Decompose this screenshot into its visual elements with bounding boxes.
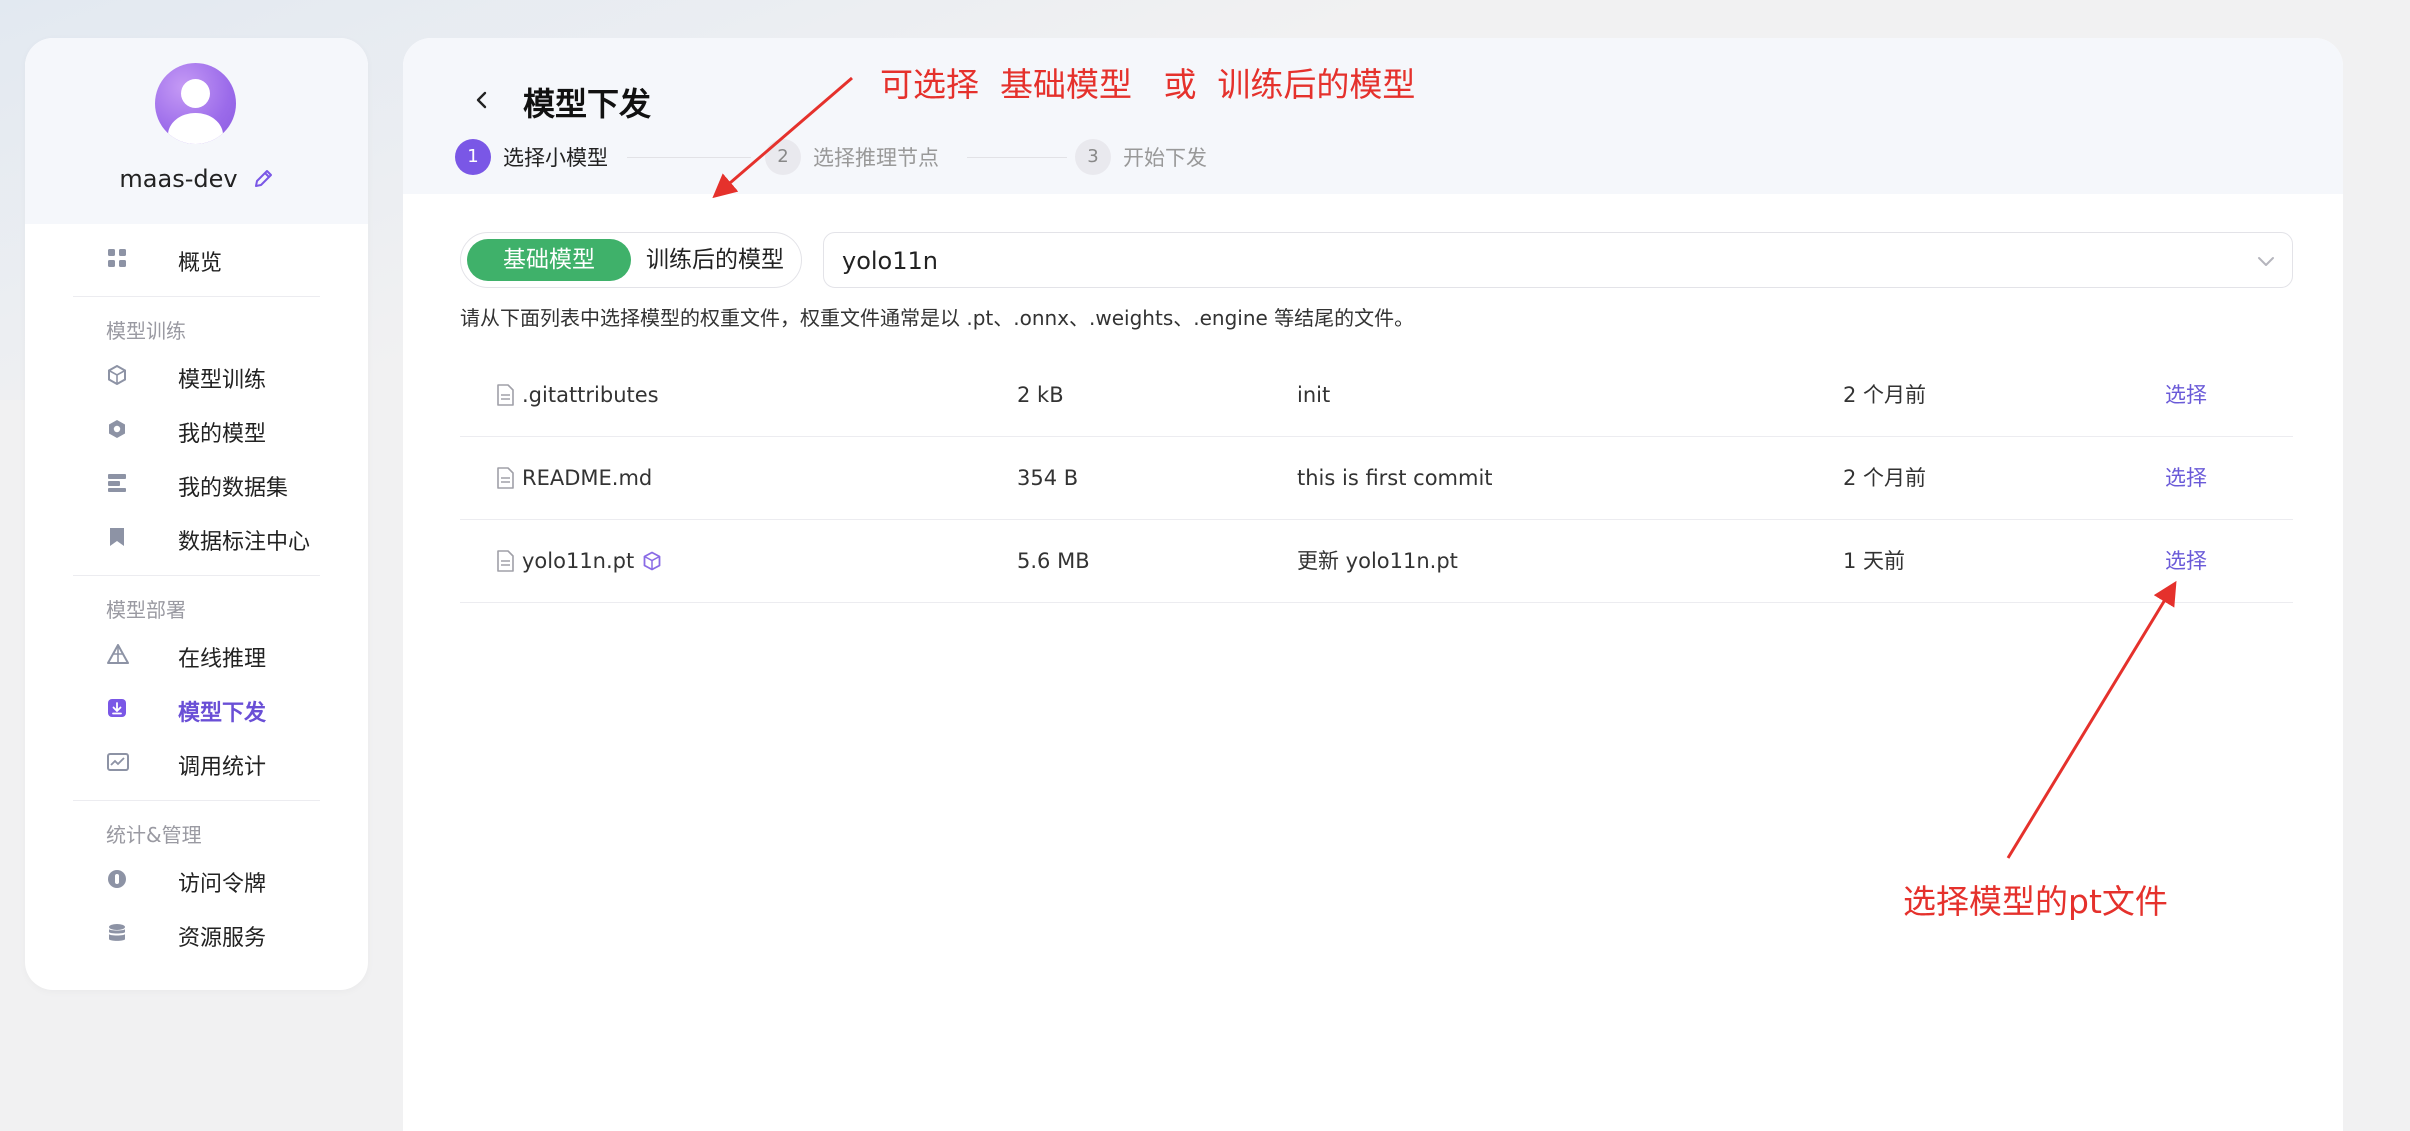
cube-icon (107, 419, 127, 445)
box-icon (107, 364, 127, 391)
sidebar-item-label: 调用统计 (178, 755, 267, 780)
sidebar-item-label: 模型训练 (178, 368, 267, 393)
divider (73, 575, 320, 576)
updated-time: 1 天前 (1843, 549, 1906, 573)
select-file-button[interactable]: 选择 (2165, 437, 2207, 519)
sidebar-item-label: 资源服务 (178, 926, 267, 951)
model-select[interactable]: yolo11n (823, 232, 2293, 288)
step-connector (627, 157, 751, 158)
file-name-cell: yolo11n.pt (496, 520, 662, 602)
table-row: yolo11n.pt 5.6 MB 更新 yolo11n.pt 1 天前 选择 (460, 520, 2293, 603)
sidebar-item-access-token[interactable]: 访问令牌 (50, 855, 343, 909)
file-name: yolo11n.pt (522, 549, 635, 573)
step-1: 1 选择小模型 (455, 139, 608, 175)
model-select-value: yolo11n (842, 247, 938, 275)
sidebar-item-label: 我的模型 (178, 422, 267, 447)
file-name: .gitattributes (522, 383, 659, 407)
sidebar: maas-dev 概览 模型训练 模型训练 我的模型 我的数据集 数据标注中心 … (25, 38, 368, 990)
file-size: 5.6 MB (1017, 549, 1090, 573)
step-number: 3 (1075, 139, 1111, 175)
group-title-deployment: 模型部署 (106, 598, 186, 622)
sidebar-item-my-models[interactable]: 我的模型 (50, 405, 343, 459)
chevron-left-icon (476, 91, 487, 109)
database-icon (107, 923, 127, 949)
file-size: 2 kB (1017, 383, 1064, 407)
commit-message: 更新 yolo11n.pt (1297, 549, 1458, 573)
sidebar-item-label: 数据标注中心 (178, 530, 311, 555)
pyramid-icon (107, 644, 129, 670)
avatar[interactable] (155, 63, 236, 144)
chart-icon (107, 752, 129, 778)
annotation-top-text: 可选择 基础模型 或 训练后的模型 (880, 65, 1416, 104)
step-number: 2 (765, 139, 801, 175)
sidebar-item-call-stats[interactable]: 调用统计 (50, 738, 343, 792)
sidebar-item-annotation-center[interactable]: 数据标注中心 (50, 513, 343, 567)
sidebar-item-model-deploy[interactable]: 模型下发 (50, 684, 343, 738)
hint-text: 请从下面列表中选择模型的权重文件，权重文件通常是以 .pt、.onnx、.wei… (460, 306, 1415, 330)
profile-card: maas-dev (25, 38, 368, 224)
file-name-cell: .gitattributes (496, 354, 659, 436)
table-row: README.md 354 B this is first commit 2 个… (460, 437, 2293, 520)
bookmark-icon (107, 527, 127, 553)
annotation-bottom-text: 选择模型的pt文件 (1903, 882, 2168, 921)
file-icon (496, 467, 514, 489)
content-card: 基础模型 训练后的模型 yolo11n 请从下面列表中选择模型的权重文件，权重文… (408, 194, 2343, 1131)
sidebar-item-label: 模型下发 (178, 701, 267, 726)
sidebar-item-overview[interactable]: 概览 (50, 234, 343, 288)
commit-message: this is first commit (1297, 466, 1493, 490)
sidebar-item-model-training[interactable]: 模型训练 (50, 351, 343, 405)
commit-message: init (1297, 383, 1331, 407)
download-icon (107, 698, 127, 724)
sidebar-item-my-datasets[interactable]: 我的数据集 (50, 459, 343, 513)
sidebar-item-label: 我的数据集 (178, 476, 289, 501)
file-name: README.md (522, 466, 653, 490)
sidebar-menu: 概览 模型训练 模型训练 我的模型 我的数据集 数据标注中心 模型部署 在线推理… (25, 224, 368, 963)
step-2: 2 选择推理节点 (765, 139, 939, 175)
edit-icon[interactable] (252, 168, 274, 196)
token-icon (107, 869, 127, 895)
chevron-down-icon (2256, 251, 2276, 275)
grid-icon (107, 248, 127, 274)
step-3: 3 开始下发 (1075, 139, 1207, 175)
toggle-trained-model[interactable]: 训练后的模型 (637, 239, 793, 281)
dataset-icon (107, 473, 127, 499)
username: maas-dev (119, 165, 238, 193)
updated-time: 2 个月前 (1843, 383, 1927, 407)
divider (73, 800, 320, 801)
model-cube-icon (642, 551, 662, 571)
file-icon (496, 384, 514, 406)
sidebar-item-label: 在线推理 (178, 647, 267, 672)
table-row: .gitattributes 2 kB init 2 个月前 选择 (460, 354, 2293, 437)
divider (73, 296, 320, 297)
sidebar-item-online-inference[interactable]: 在线推理 (50, 630, 343, 684)
step-label: 选择小模型 (503, 146, 608, 170)
file-icon (496, 550, 514, 572)
page-title: 模型下发 (523, 85, 652, 123)
toggle-base-model[interactable]: 基础模型 (467, 239, 631, 281)
select-file-button[interactable]: 选择 (2165, 520, 2207, 602)
file-size: 354 B (1017, 466, 1079, 490)
sidebar-item-label: 概览 (178, 251, 223, 276)
step-label: 开始下发 (1123, 146, 1207, 170)
group-title-management: 统计&管理 (106, 823, 202, 847)
model-type-toggle: 基础模型 训练后的模型 (460, 232, 802, 288)
sidebar-item-resource-service[interactable]: 资源服务 (50, 909, 343, 963)
sidebar-item-label: 访问令牌 (178, 872, 267, 897)
main-panel: 模型下发 1 选择小模型 2 选择推理节点 3 开始下发 基础模型 训练后的模型… (403, 38, 2343, 1131)
back-button[interactable] (466, 84, 498, 116)
step-connector (967, 157, 1067, 158)
file-name-cell: README.md (496, 437, 652, 519)
select-file-button[interactable]: 选择 (2165, 354, 2207, 436)
updated-time: 2 个月前 (1843, 466, 1927, 490)
step-label: 选择推理节点 (813, 146, 939, 170)
group-title-training: 模型训练 (106, 319, 186, 343)
username-row: maas-dev (25, 165, 368, 196)
step-number: 1 (455, 139, 491, 175)
file-table: .gitattributes 2 kB init 2 个月前 选择 README… (460, 354, 2293, 603)
